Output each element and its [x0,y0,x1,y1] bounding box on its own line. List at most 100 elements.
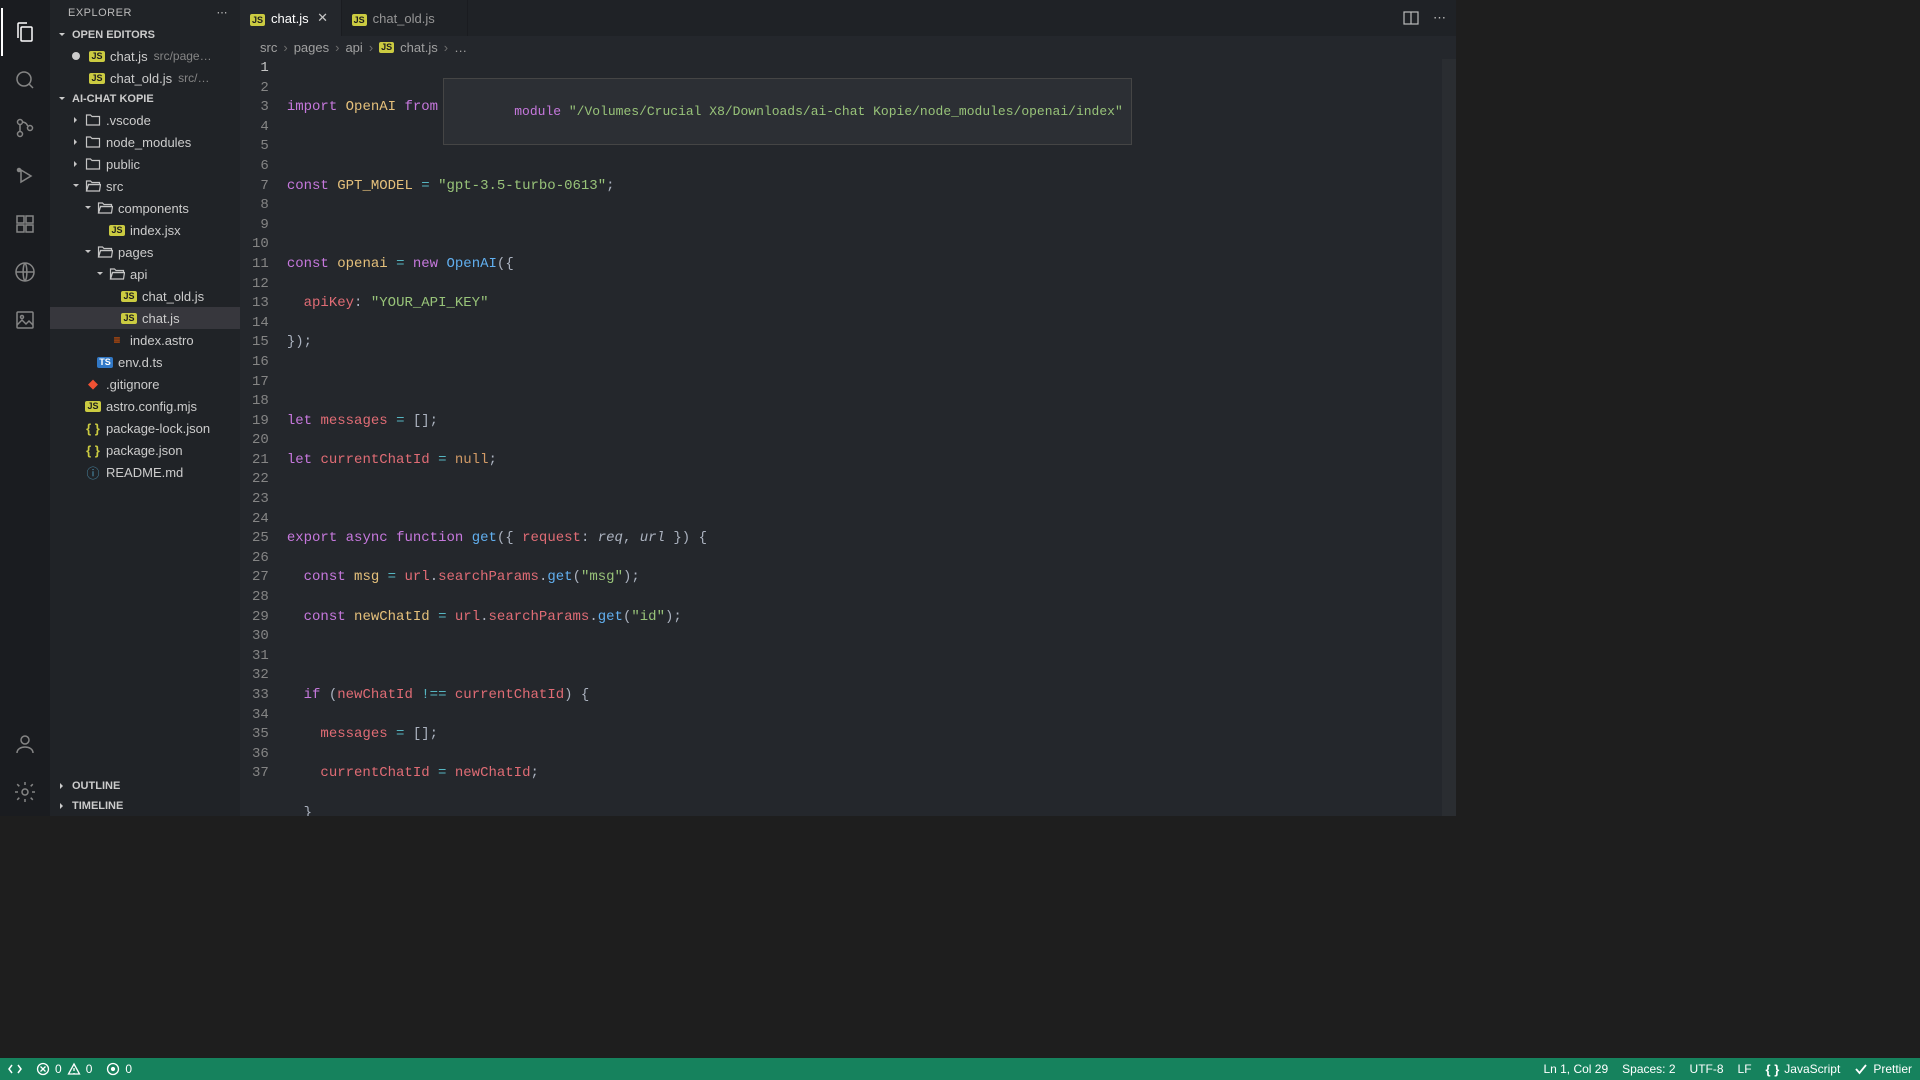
js-icon: JS [84,397,102,415]
status-language[interactable]: { }JavaScript [1766,1062,1841,1077]
activity-explorer-icon[interactable] [1,8,49,56]
status-errors-count: 0 [55,1062,62,1076]
git-icon: ◆ [84,375,102,393]
sidebar-title: EXPLORER ⋯ [50,0,240,25]
chevron-right-icon [68,156,84,172]
chevron-right-icon: › [369,40,373,55]
status-warnings-count: 0 [86,1062,93,1076]
hover-tooltip: module "/Volumes/Crucial X8/Downloads/ai… [443,78,1132,145]
tree-item-label: index.jsx [130,223,181,238]
file-item[interactable]: JSchat.js [50,307,240,329]
section-outline[interactable]: OUTLINE [50,776,240,796]
file-item[interactable]: TSenv.d.ts [50,351,240,373]
js-file-icon: JS [250,11,265,26]
status-ports[interactable]: 0 [106,1062,132,1076]
status-encoding[interactable]: UTF-8 [1690,1062,1724,1076]
chevron-right-icon: › [335,40,339,55]
status-line-col[interactable]: Ln 1, Col 29 [1543,1062,1608,1076]
js-file-icon: JS [88,69,106,87]
tab-chat-old-js[interactable]: JS chat_old.js ✕ [342,0,468,36]
tree-item-label: README.md [106,465,183,480]
json-icon: { } [84,419,102,437]
spacer [68,420,84,436]
status-spaces[interactable]: Spaces: 2 [1622,1062,1675,1076]
tree-item-label: pages [118,245,153,260]
file-item[interactable]: JSastro.config.mjs [50,395,240,417]
file-item[interactable]: JSchat_old.js [50,285,240,307]
open-editor-item[interactable]: JS chat.js src/page… [50,45,240,67]
breadcrumb-item[interactable]: api [345,40,362,55]
tree-item-label: package-lock.json [106,421,210,436]
tab-chat-js[interactable]: JS chat.js ✕ [240,0,342,36]
sidebar-more-icon[interactable]: ⋯ [217,6,229,19]
activity-scm-icon[interactable] [1,104,49,152]
breadcrumb-item[interactable]: src [260,40,277,55]
chevron-down-icon [54,27,70,43]
status-prettier[interactable]: Prettier [1854,1062,1912,1076]
folder-open-icon [108,265,126,283]
open-editor-label: chat.js [110,49,148,64]
breadcrumb-item[interactable]: pages [294,40,329,55]
breadcrumb-item[interactable]: … [454,40,467,55]
folder-item[interactable]: node_modules [50,131,240,153]
breadcrumb-item[interactable]: chat.js [400,40,438,55]
chevron-down-icon [68,178,84,194]
tab-label: chat.js [271,11,309,26]
open-editor-item[interactable]: JS chat_old.js src/… [50,67,240,89]
json-icon: { } [84,441,102,459]
section-project[interactable]: AI-CHAT KOPIE [50,89,240,109]
hover-path: "/Volumes/Crucial X8/Downloads/ai-chat K… [569,104,1123,119]
spacer [68,464,84,480]
outline-label: OUTLINE [72,780,120,792]
activity-account-icon[interactable] [1,720,49,768]
activity-settings-icon[interactable] [1,768,49,816]
folder-item[interactable]: pages [50,241,240,263]
tree-item-label: package.json [106,443,183,458]
ts-icon: TS [96,353,114,371]
chevron-right-icon: › [444,40,448,55]
status-remote[interactable] [8,1062,22,1076]
activity-remote-icon[interactable] [1,248,49,296]
tree-item-label: index.astro [130,333,194,348]
file-item[interactable]: { } package-lock.json [50,417,240,439]
folder-item[interactable]: src [50,175,240,197]
activity-debug-icon[interactable] [1,152,49,200]
tree-item-label: components [118,201,189,216]
file-item[interactable]: ◆.gitignore [50,373,240,395]
editor[interactable]: 1234567891011121314151617181920212223242… [240,59,1456,816]
activity-extensions-icon[interactable] [1,200,49,248]
split-editor-icon[interactable] [1403,10,1419,26]
unsaved-dot-icon [72,52,80,60]
folder-item[interactable]: components [50,197,240,219]
chevron-right-icon [54,778,70,794]
tab-label: chat_old.js [373,11,435,26]
file-item[interactable]: ⓘREADME.md [50,461,240,483]
file-item[interactable]: JSindex.jsx [50,219,240,241]
folder-item[interactable]: public [50,153,240,175]
activity-image-icon[interactable] [1,296,49,344]
section-timeline[interactable]: TIMELINE [50,796,240,816]
activity-search-icon[interactable] [1,56,49,104]
tree-item-label: src [106,179,123,194]
chevron-down-icon [80,200,96,216]
section-open-editors[interactable]: OPEN EDITORS [50,25,240,45]
more-actions-icon[interactable]: ⋯ [1433,10,1446,26]
editor-content[interactable]: module "/Volumes/Crucial X8/Downloads/ai… [287,59,1456,816]
file-item[interactable]: { } package.json [50,439,240,461]
minimap[interactable] [1442,59,1456,816]
status-errors[interactable]: 0 0 [36,1062,92,1076]
breadcrumb[interactable]: src › pages › api › JS chat.js › … [240,36,1456,59]
tab-actions: ⋯ [1393,0,1456,36]
chevron-right-icon [68,134,84,150]
close-icon[interactable]: ✕ [315,10,331,26]
open-editors-label: OPEN EDITORS [72,29,155,41]
spacer [92,222,108,238]
file-item[interactable]: ≡index.astro [50,329,240,351]
folder-item[interactable]: .vscode [50,109,240,131]
statusbar: 0 0 0 Ln 1, Col 29 Spaces: 2 UTF-8 LF { … [0,1058,1920,1080]
spacer [92,332,108,348]
folder-item[interactable]: api [50,263,240,285]
open-editor-label: chat_old.js [110,71,172,86]
chevron-down-icon [92,266,108,282]
status-eol[interactable]: LF [1738,1062,1752,1076]
